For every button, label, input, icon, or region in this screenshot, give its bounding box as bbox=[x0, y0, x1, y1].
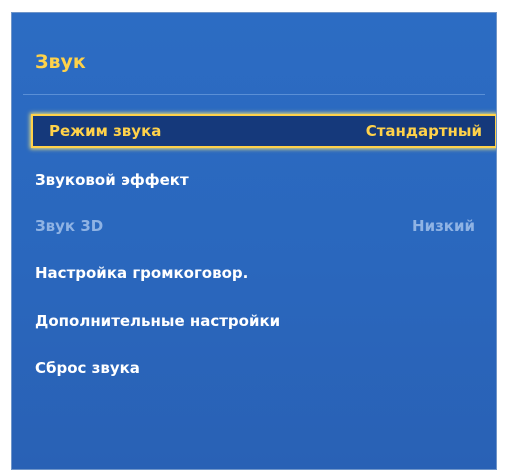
menu-item-sound-effect[interactable]: Звуковой эффект bbox=[35, 166, 475, 194]
menu-item-reset-sound[interactable]: Сброс звука bbox=[35, 354, 475, 382]
menu-item-3d-audio[interactable]: Звук 3D Низкий bbox=[35, 212, 475, 240]
menu-item-speaker-settings[interactable]: Настройка громкоговор. bbox=[35, 259, 475, 287]
menu-item-label: Звук 3D bbox=[35, 217, 104, 235]
menu-item-additional-settings[interactable]: Дополнительные настройки bbox=[35, 307, 475, 335]
menu-item-label: Звуковой эффект bbox=[35, 171, 189, 189]
sound-menu: Режим звука Стандартный Звуковой эффект … bbox=[12, 13, 496, 469]
menu-item-value: Низкий bbox=[412, 217, 475, 235]
menu-item-value: Стандартный bbox=[365, 122, 482, 140]
menu-item-label: Дополнительные настройки bbox=[35, 312, 281, 330]
menu-item-label: Режим звука bbox=[49, 122, 162, 140]
menu-item-label: Сброс звука bbox=[35, 359, 140, 377]
sound-settings-panel: Звук Режим звука Стандартный Звуковой эф… bbox=[11, 12, 497, 470]
menu-item-sound-mode[interactable]: Режим звука Стандартный bbox=[31, 114, 496, 148]
menu-item-label: Настройка громкоговор. bbox=[35, 264, 249, 282]
